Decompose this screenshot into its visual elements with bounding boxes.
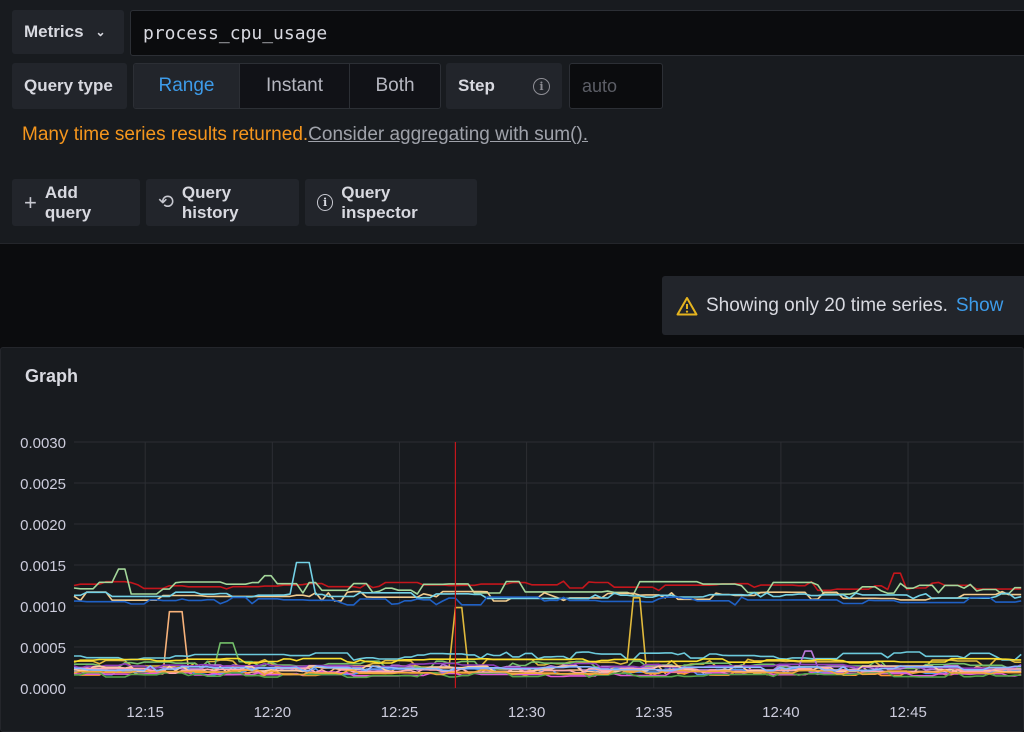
- metrics-label: Metrics: [24, 22, 84, 41]
- aggregate-suggestion-link[interactable]: Consider aggregating with sum().: [308, 124, 588, 145]
- query-history-label: Query history: [181, 182, 239, 222]
- plus-icon: +: [24, 189, 37, 215]
- x-axis: 12:15 12:20 12:25 12:30 12:35 12:40 12:45: [126, 704, 926, 721]
- many-series-warning: Many time series results returned.Consid…: [22, 124, 588, 146]
- query-text: process_cpu_usage: [143, 22, 328, 44]
- y-tick-label: 0.0005: [20, 640, 66, 657]
- query-type-label: Query type: [12, 63, 127, 109]
- query-type-instant[interactable]: Instant: [240, 64, 350, 108]
- y-tick-label: 0.0010: [20, 599, 66, 616]
- metrics-dropdown-button[interactable]: Metrics ⌄: [12, 10, 124, 54]
- add-query-button[interactable]: + Add query: [12, 179, 140, 226]
- query-type-both[interactable]: Both: [350, 64, 440, 108]
- x-tick-label: 12:45: [889, 704, 927, 721]
- info-circle-icon: i: [317, 194, 334, 211]
- chart-grid: [74, 441, 1024, 689]
- show-all-link[interactable]: Show: [956, 295, 1004, 317]
- y-axis: 0.0000 0.0005 0.0010 0.0015 0.0020 0.0025 0.00…: [20, 435, 66, 698]
- query-type-range[interactable]: Range: [134, 64, 240, 108]
- graph-panel: Graph 0.0000 0.0005 0.0010 0.0015 0.0020 0.00…: [0, 347, 1024, 732]
- step-label-box: Step i: [446, 63, 562, 109]
- x-tick-label: 12:30: [508, 704, 546, 721]
- x-tick-label: 12:40: [762, 704, 800, 721]
- series-limit-notice: Showing only 20 time series. Show: [662, 276, 1024, 335]
- warning-triangle-icon: [676, 296, 698, 315]
- x-tick-label: 12:15: [126, 704, 164, 721]
- y-tick-label: 0.0030: [20, 435, 66, 452]
- query-input[interactable]: process_cpu_usage: [130, 10, 1024, 56]
- x-tick-label: 12:25: [381, 704, 419, 721]
- y-tick-label: 0.0000: [20, 681, 66, 698]
- query-type-radio-group: Range Instant Both: [133, 63, 441, 109]
- history-icon: ⟲: [158, 192, 174, 213]
- query-editor: Metrics ⌄ process_cpu_usage Query type R…: [0, 0, 1024, 244]
- series-lines: [73, 561, 1022, 679]
- step-placeholder: auto: [582, 75, 618, 96]
- y-tick-label: 0.0015: [20, 558, 66, 575]
- y-tick-label: 0.0025: [20, 476, 66, 493]
- query-history-button[interactable]: ⟲ Query history: [146, 179, 299, 226]
- query-inspector-label: Query inspector: [341, 182, 418, 222]
- step-input[interactable]: auto: [569, 63, 663, 109]
- info-icon[interactable]: i: [533, 77, 550, 95]
- y-tick-label: 0.0020: [20, 517, 66, 534]
- series-line-s3: [73, 590, 1022, 602]
- graph-chart[interactable]: 0.0000 0.0005 0.0010 0.0015 0.0020 0.0025 0.00…: [0, 347, 1024, 732]
- series-line-s2: [73, 568, 1022, 596]
- chevron-down-icon: ⌄: [95, 25, 106, 39]
- warning-text: Many time series results returned.: [22, 124, 309, 145]
- query-inspector-button[interactable]: i Query inspector: [305, 179, 477, 226]
- x-tick-label: 12:35: [635, 704, 673, 721]
- notice-text: Showing only 20 time series.: [706, 294, 948, 316]
- step-label: Step: [458, 76, 495, 95]
- x-tick-label: 12:20: [254, 704, 292, 721]
- add-query-label: Add query: [44, 182, 92, 222]
